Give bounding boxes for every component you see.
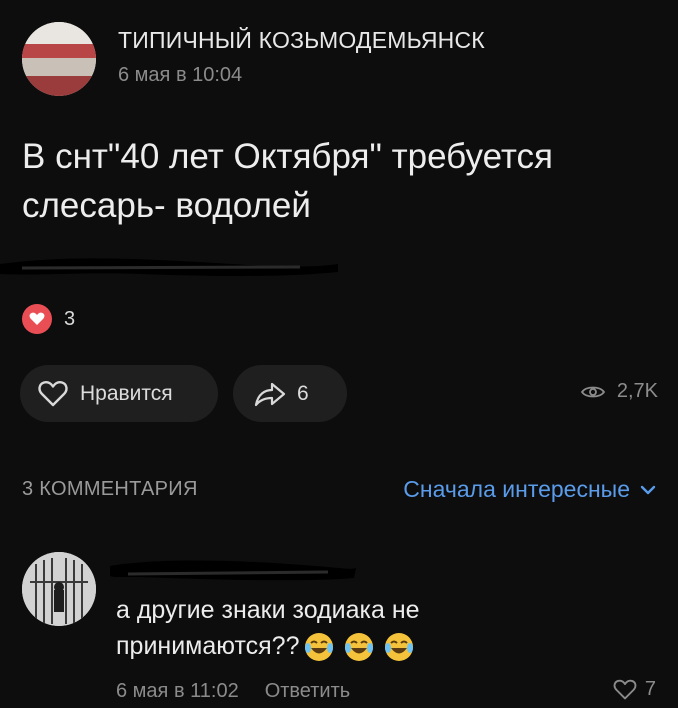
redaction-scribble-commenter bbox=[110, 560, 356, 581]
post-text-line-2: слесарь- водолей bbox=[22, 186, 311, 225]
heart-outline-icon bbox=[613, 679, 637, 700]
heart-outline-icon bbox=[38, 381, 68, 407]
comment-text: а другие знаки зодиака не принимаются?? bbox=[116, 592, 636, 664]
comment-timestamp: 6 мая в 11:02 bbox=[116, 680, 239, 702]
reactions-count: 3 bbox=[64, 307, 76, 330]
like-label: Нравится bbox=[80, 381, 173, 405]
comment-meta: 6 мая в 11:02 Ответить bbox=[116, 680, 350, 703]
comments-sort-dropdown[interactable]: Сначала интересные bbox=[403, 476, 656, 503]
commenter-avatar[interactable] bbox=[22, 552, 96, 626]
views-count: 2,7K bbox=[616, 380, 658, 402]
share-button[interactable]: 6 bbox=[233, 365, 347, 422]
share-arrow-icon bbox=[254, 382, 286, 406]
post-text-line-1: В снт"40 лет Октября" требуется bbox=[22, 137, 553, 176]
reactions-summary[interactable]: 3 bbox=[22, 304, 75, 334]
laughing-emoji-icon bbox=[345, 633, 374, 662]
chevron-down-icon bbox=[640, 485, 656, 494]
group-name[interactable]: ТИПИЧНЫЙ КОЗЬМОДЕМЬЯНСК bbox=[118, 27, 485, 54]
reply-button[interactable]: Ответить bbox=[265, 680, 351, 703]
sort-label: Сначала интересные bbox=[403, 476, 630, 502]
comment-line-2-text: принимаются?? bbox=[116, 632, 300, 660]
group-avatar[interactable] bbox=[22, 22, 96, 96]
comment-like-count: 7 bbox=[644, 678, 656, 700]
views-counter: 2,7K bbox=[580, 380, 658, 403]
eye-icon bbox=[580, 386, 605, 397]
avatar-image bbox=[22, 552, 96, 626]
heart-badge bbox=[22, 304, 52, 334]
laughing-emoji-icon bbox=[385, 633, 414, 662]
comments-count-title: 3 КОММЕНТАРИЯ bbox=[22, 478, 198, 500]
comment-like-button[interactable]: 7 bbox=[613, 678, 656, 701]
post-timestamp: 6 мая в 10:04 bbox=[118, 64, 243, 86]
laughing-emoji-icon bbox=[305, 633, 334, 662]
emoji-group bbox=[303, 631, 415, 663]
comment-line-1: а другие знаки зодиака не bbox=[116, 596, 420, 624]
comment-line-2: принимаются?? bbox=[116, 628, 636, 664]
redaction-scribble bbox=[0, 258, 338, 276]
like-button[interactable]: Нравится bbox=[20, 365, 218, 422]
heart-icon bbox=[29, 312, 45, 325]
post-text: В снт"40 лет Октября" требуется слесарь-… bbox=[22, 132, 662, 230]
share-count: 6 bbox=[297, 381, 309, 405]
